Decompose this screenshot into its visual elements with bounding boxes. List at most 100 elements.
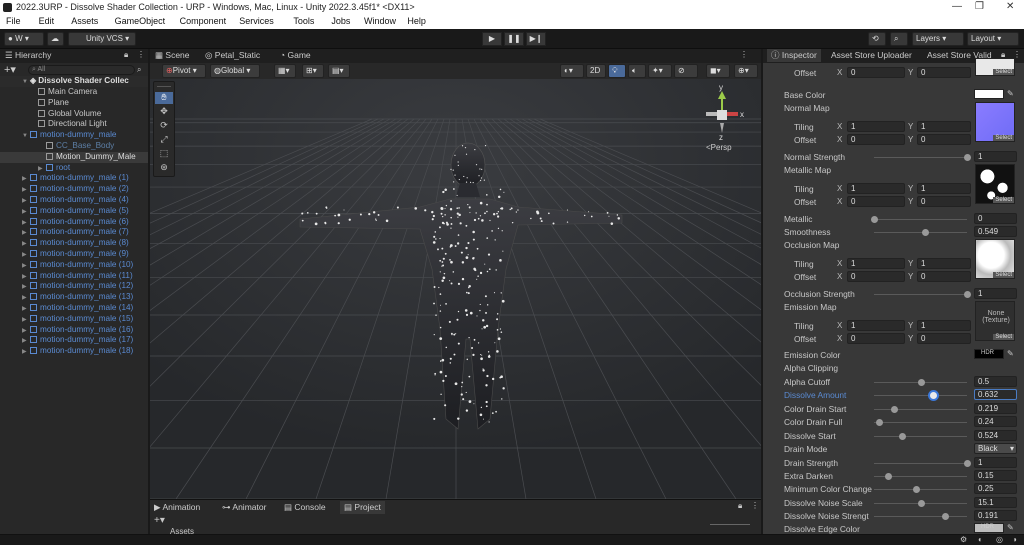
expand-arrow-icon[interactable]: ▶ — [22, 239, 30, 249]
slider-value-field[interactable]: 0 — [974, 213, 1017, 224]
slider-track[interactable] — [874, 232, 967, 233]
pivot-dropdown[interactable]: ⊕Pivot ▾ — [162, 64, 206, 78]
x-value-field[interactable]: 0 — [847, 271, 905, 282]
y-value-field[interactable]: 0 — [917, 67, 971, 78]
expand-arrow-icon[interactable]: ▶ — [22, 336, 30, 346]
slider-track[interactable] — [874, 436, 967, 437]
slider-handle[interactable] — [922, 229, 930, 236]
texture-slot[interactable]: Select — [975, 239, 1015, 279]
tab-inspector[interactable]: ⓘ Inspector — [767, 49, 821, 62]
y-value-field[interactable]: 0 — [917, 196, 971, 207]
expand-arrow-icon[interactable]: ▶ — [22, 261, 30, 271]
slider-handle[interactable] — [898, 433, 906, 440]
tab-petal-static[interactable]: ◎ Petal_Static — [205, 49, 260, 62]
color-swatch[interactable] — [974, 89, 1004, 99]
texture-slot[interactable]: Select — [975, 58, 1015, 76]
search-icon[interactable]: ⌕ — [890, 32, 908, 46]
effects-toggle-icon[interactable]: ✦▾ — [648, 64, 672, 78]
hierarchy-item[interactable]: ▶ motion-dummy_male (2) — [0, 184, 148, 195]
expand-arrow-icon[interactable]: ▶ — [22, 304, 30, 314]
x-value-field[interactable]: 1 — [847, 320, 905, 331]
y-value-field[interactable]: 0 — [917, 333, 971, 344]
hierarchy-item[interactable]: Plane — [0, 98, 148, 109]
tab-console[interactable]: ▤ Console — [284, 501, 326, 514]
slider-handle[interactable] — [964, 154, 971, 161]
orientation-gizmo[interactable]: y x z — [702, 83, 758, 142]
menu-help[interactable]: Help — [407, 16, 426, 26]
slider-value-field[interactable]: 15.1 — [974, 497, 1017, 508]
texture-select-button[interactable]: Select — [993, 272, 1014, 278]
expand-arrow-icon[interactable]: ▼ — [22, 77, 30, 87]
pause-button[interactable]: ❚❚ — [504, 32, 524, 46]
slider-handle[interactable] — [964, 291, 971, 298]
color-swatch[interactable]: HDR — [974, 523, 1004, 533]
maximize-icon[interactable]: ❐ — [975, 1, 984, 12]
slider-track[interactable] — [874, 294, 967, 295]
texture-slot[interactable]: None (Texture) Select — [975, 301, 1015, 341]
search-options-icon[interactable]: ⌕ — [137, 65, 141, 75]
minimize-icon[interactable]: — — [952, 1, 962, 12]
texture-slot[interactable]: Select — [975, 164, 1015, 204]
expand-arrow-icon[interactable]: ▶ — [22, 218, 30, 228]
slider-track[interactable] — [874, 409, 967, 410]
zoom-slider[interactable] — [710, 524, 750, 525]
hierarchy-item[interactable]: ▶ motion-dummy_male (6) — [0, 217, 148, 228]
scene-root-row[interactable]: ▼ ◈ Dissolve Shader Collec — [0, 76, 148, 87]
y-value-field[interactable]: 0 — [917, 134, 971, 145]
expand-arrow-icon[interactable]: ▶ — [22, 272, 30, 282]
color-swatch[interactable]: HDR — [974, 349, 1004, 359]
cloud-icon[interactable]: ☁ — [47, 32, 64, 46]
bug-icon[interactable]: ◐ — [978, 535, 983, 544]
slider-track[interactable] — [874, 463, 967, 464]
hierarchy-item[interactable]: ▶ motion-dummy_male (15) — [0, 314, 148, 325]
hierarchy-item[interactable]: ▶ motion-dummy_male (12) — [0, 281, 148, 292]
x-value-field[interactable]: 0 — [847, 333, 905, 344]
layers-dropdown[interactable]: Layers ▾ — [912, 32, 964, 46]
menu-jobs[interactable]: Jobs — [331, 16, 350, 26]
snap-increment-button[interactable]: ⊞▾ — [302, 64, 324, 78]
eyedropper-icon[interactable]: ✎ — [1007, 349, 1014, 358]
menu-component[interactable]: Component — [180, 16, 227, 26]
more-icon[interactable]: ⋮ — [740, 50, 748, 59]
expand-arrow-icon[interactable]: ▶ — [22, 185, 30, 195]
x-value-field[interactable]: 0 — [847, 196, 905, 207]
slider-handle[interactable] — [912, 486, 920, 493]
history-icon[interactable]: ⟲ — [868, 32, 886, 46]
slider-handle[interactable] — [891, 406, 899, 413]
slider-handle[interactable] — [964, 460, 971, 467]
toggle-2d-button[interactable]: 2D — [586, 64, 606, 78]
cache-icon[interactable]: ◎ — [996, 535, 1003, 544]
tab-scene[interactable]: ▦ Scene — [155, 49, 190, 62]
y-value-field[interactable]: 1 — [917, 258, 971, 269]
global-dropdown[interactable]: ◍Global ▾ — [210, 64, 260, 78]
x-value-field[interactable]: 1 — [847, 183, 905, 194]
drain-mode-dropdown[interactable]: Black ▾ — [974, 443, 1017, 454]
hierarchy-item[interactable]: ▶ motion-dummy_male (8) — [0, 238, 148, 249]
scale-tool-icon[interactable]: ⤢ — [155, 134, 173, 146]
rect-tool-icon[interactable]: ⬚ — [155, 148, 173, 160]
y-value-field[interactable]: 1 — [917, 320, 971, 331]
rotate-tool-icon[interactable]: ⟳ — [155, 120, 173, 132]
hierarchy-item[interactable]: CC_Base_Body — [0, 141, 148, 152]
tab-hierarchy[interactable]: ☰ Hierarchy — [5, 49, 51, 62]
hierarchy-item[interactable]: Global Volume — [0, 109, 148, 120]
slider-value-field[interactable]: 0.24 — [974, 416, 1017, 427]
add-object-button[interactable]: +▾ — [4, 63, 16, 76]
slider-handle[interactable] — [929, 392, 937, 399]
eyedropper-icon[interactable]: ✎ — [1007, 523, 1014, 532]
texture-select-button[interactable]: Select — [993, 69, 1014, 75]
slider-value-field[interactable]: 0.549 — [974, 226, 1017, 237]
slider-track[interactable] — [874, 157, 967, 158]
hand-tool-icon[interactable]: ✋︎ — [155, 92, 173, 104]
menu-gameobject[interactable]: GameObject — [115, 16, 166, 26]
slider-handle[interactable] — [884, 473, 892, 480]
move-tool-icon[interactable]: ✥ — [155, 106, 173, 118]
scene-visibility-icon[interactable]: ⊘ — [674, 64, 698, 78]
x-value-field[interactable]: 1 — [847, 121, 905, 132]
hierarchy-item[interactable]: ▶ motion-dummy_male (4) — [0, 195, 148, 206]
add-asset-button[interactable]: +▾ — [154, 515, 165, 526]
slider-value-field[interactable]: 0.15 — [974, 470, 1017, 481]
menu-tools[interactable]: Tools — [293, 16, 314, 26]
y-value-field[interactable]: 1 — [917, 121, 971, 132]
hierarchy-item[interactable]: ▶ motion-dummy_male (1) — [0, 173, 148, 184]
